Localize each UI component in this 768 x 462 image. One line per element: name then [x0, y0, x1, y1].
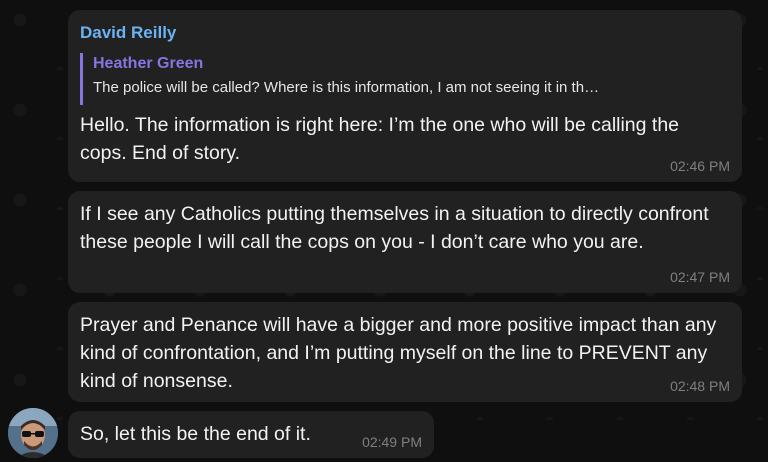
message-timestamp: 02:48 PM — [670, 378, 730, 394]
reply-quote[interactable]: Heather Green The police will be called?… — [80, 53, 728, 105]
reply-text: The police will be called? Where is this… — [93, 79, 600, 96]
reply-author: Heather Green — [93, 55, 204, 72]
message-text: If I see any Catholics putting themselve… — [80, 203, 709, 253]
chat-area: David Reilly Heather Green The police wi… — [0, 0, 768, 462]
message-bubble[interactable]: Prayer and Penance will have a bigger an… — [68, 302, 742, 402]
message-timestamp: 02:47 PM — [670, 269, 730, 285]
message-text: Prayer and Penance will have a bigger an… — [80, 314, 717, 392]
message-text: Hello. The information is right here: I’… — [80, 114, 680, 164]
message-bubble[interactable]: So, let this be the end of it. 02:49 PM — [68, 411, 434, 458]
message-bubble[interactable]: If I see any Catholics putting themselve… — [68, 191, 742, 293]
message-bubble[interactable]: David Reilly Heather Green The police wi… — [68, 10, 742, 182]
avatar-portrait — [8, 408, 58, 458]
message-sender-name[interactable]: David Reilly — [80, 22, 728, 44]
message-timestamp: 02:46 PM — [670, 158, 730, 174]
message-timestamp: 02:49 PM — [362, 434, 422, 450]
user-avatar-icon[interactable] — [8, 408, 58, 458]
